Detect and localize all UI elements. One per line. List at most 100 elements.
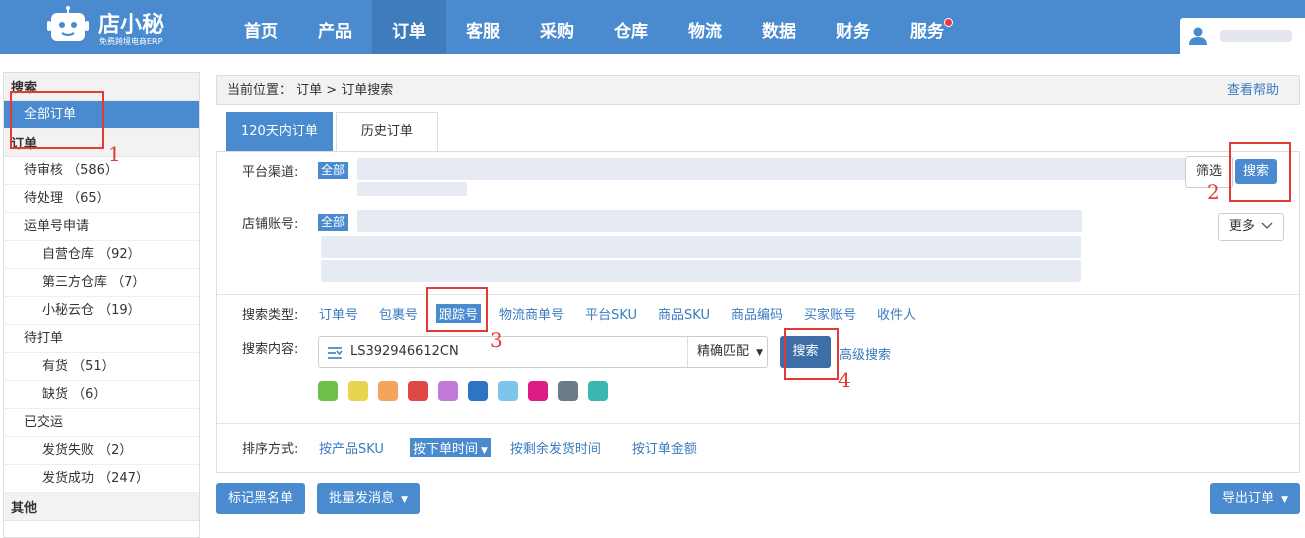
search-type-options: 订单号 包裹号 跟踪号 物流商单号 平台SKU 商品SKU 商品编码 买家账号 … bbox=[319, 304, 937, 323]
notification-dot bbox=[944, 18, 953, 27]
sidebar-item-third-party-warehouse[interactable]: 第三方仓库 （7） bbox=[4, 269, 199, 297]
more-button-label: 更多 bbox=[1228, 219, 1255, 234]
caret-down-icon: ▼ bbox=[480, 446, 488, 456]
caret-down-icon: ▼ bbox=[401, 495, 409, 505]
shop-options-blurred bbox=[357, 210, 1082, 232]
nav-services[interactable]: 服务 bbox=[890, 0, 964, 54]
annotation-box-4 bbox=[784, 328, 839, 380]
blacklist-button[interactable]: 标记黑名单 bbox=[216, 483, 306, 514]
nav-logistics[interactable]: 物流 bbox=[668, 0, 742, 54]
tab-120-days[interactable]: 120天内订单 bbox=[226, 112, 333, 152]
search-type-label: 搜索类型: bbox=[242, 308, 299, 323]
sidebar-item-own-warehouse[interactable]: 自营仓库 （92） bbox=[4, 241, 199, 269]
sort-options: 按产品SKU 按下单时间 ▼ 按剩余发货时间 按订单金额 bbox=[319, 438, 728, 457]
annotation-label-4: 4 bbox=[838, 368, 851, 392]
sidebar-item-ship-success[interactable]: 发货成功 （247） bbox=[4, 465, 199, 493]
annotation-label-3: 3 bbox=[490, 328, 503, 352]
annotation-box-3 bbox=[426, 287, 488, 332]
search-type-recipient[interactable]: 收件人 bbox=[877, 304, 916, 323]
color-flag-swatch[interactable] bbox=[318, 381, 338, 401]
search-type-product-sku[interactable]: 商品SKU bbox=[658, 304, 710, 323]
user-menu[interactable] bbox=[1180, 18, 1305, 54]
nav-data[interactable]: 数据 bbox=[742, 0, 816, 54]
nav-products[interactable]: 产品 bbox=[298, 0, 372, 54]
sort-by-order-time-label: 按下单时间 bbox=[412, 442, 478, 457]
sort-by-remaining-time[interactable]: 按剩余发货时间 bbox=[510, 438, 601, 457]
search-content-label: 搜索内容: bbox=[242, 342, 299, 357]
annotation-box-2 bbox=[1229, 142, 1291, 202]
platform-label: 平台渠道: bbox=[242, 165, 299, 180]
sidebar-item-pending-review[interactable]: 待审核 （586） bbox=[4, 157, 199, 185]
logo-subtitle: 免费跨境电商ERP bbox=[99, 37, 163, 46]
search-type-buyer-account[interactable]: 买家账号 bbox=[804, 304, 856, 323]
tab-history[interactable]: 历史订单 bbox=[335, 112, 438, 152]
main-nav: 首页 产品 订单 客服 采购 仓库 物流 数据 财务 服务 bbox=[224, 0, 964, 54]
color-flag-swatch[interactable] bbox=[588, 381, 608, 401]
breadcrumb-bar: 当前位置： 订单 > 订单搜索 查看帮助 bbox=[216, 75, 1300, 105]
shop-all-tag[interactable]: 全部 bbox=[318, 214, 349, 231]
main-content: 当前位置： 订单 > 订单搜索 查看帮助 120天内订单 历史订单 平台渠道: … bbox=[216, 75, 1301, 514]
help-link[interactable]: 查看帮助 bbox=[1227, 76, 1279, 106]
sidebar-item-shipped[interactable]: 已交运 bbox=[4, 409, 199, 437]
shop-options-blurred-2 bbox=[321, 236, 1081, 258]
platform-all-tag[interactable]: 全部 bbox=[318, 162, 349, 179]
sort-by-order-time[interactable]: 按下单时间 ▼ bbox=[409, 438, 491, 457]
user-icon bbox=[1189, 27, 1207, 45]
search-type-platform-sku[interactable]: 平台SKU bbox=[585, 304, 637, 323]
sidebar-item-cloud-warehouse[interactable]: 小秘云仓 （19） bbox=[4, 297, 199, 325]
color-flag-filters bbox=[318, 381, 618, 401]
search-type-package-no[interactable]: 包裹号 bbox=[379, 304, 418, 323]
logo-title: 店小秘 bbox=[98, 13, 165, 38]
platform-options-blurred bbox=[357, 158, 1192, 180]
bulk-message-button[interactable]: 批量发消息 ▼ bbox=[317, 483, 421, 514]
sidebar-item-waybill-apply[interactable]: 运单号申请 bbox=[4, 213, 199, 241]
sort-label: 排序方式: bbox=[242, 442, 299, 457]
sidebar-item-to-print[interactable]: 待打单 bbox=[4, 325, 199, 353]
nav-home[interactable]: 首页 bbox=[224, 0, 298, 54]
shop-label: 店铺账号: bbox=[242, 217, 299, 232]
color-flag-swatch[interactable] bbox=[378, 381, 398, 401]
order-tabs: 120天内订单 历史订单 bbox=[226, 112, 441, 152]
divider bbox=[217, 423, 1299, 424]
more-button[interactable]: 更多 bbox=[1218, 213, 1284, 241]
annotation-box-1 bbox=[10, 91, 104, 149]
bulk-message-label: 批量发消息 bbox=[329, 491, 395, 506]
sort-by-sku[interactable]: 按产品SKU bbox=[319, 438, 384, 457]
chevron-down-icon bbox=[1261, 222, 1273, 229]
color-flag-swatch[interactable] bbox=[498, 381, 518, 401]
shop-options-blurred-3 bbox=[321, 260, 1081, 282]
color-flag-swatch[interactable] bbox=[438, 381, 458, 401]
nav-warehouse[interactable]: 仓库 bbox=[594, 0, 668, 54]
sidebar-item-pending-process[interactable]: 待处理 （65） bbox=[4, 185, 199, 213]
top-bar: 店小秘 免费跨境电商ERP 首页 产品 订单 客服 采购 仓库 物流 数据 财务… bbox=[0, 0, 1305, 54]
nav-finance[interactable]: 财务 bbox=[816, 0, 890, 54]
sidebar-item-in-stock[interactable]: 有货 （51） bbox=[4, 353, 199, 381]
advanced-search-link[interactable]: 高级搜索 bbox=[839, 344, 891, 363]
export-orders-label: 导出订单 bbox=[1222, 491, 1275, 506]
color-flag-swatch[interactable] bbox=[558, 381, 578, 401]
export-orders-button[interactable]: 导出订单 ▼ bbox=[1210, 483, 1301, 514]
search-type-order-no[interactable]: 订单号 bbox=[319, 304, 358, 323]
sort-by-amount[interactable]: 按订单金额 bbox=[632, 438, 697, 457]
caret-down-icon: ▼ bbox=[756, 348, 764, 358]
nav-orders[interactable]: 订单 bbox=[372, 0, 446, 54]
sidebar-item-out-of-stock[interactable]: 缺货 （6） bbox=[4, 381, 199, 409]
annotation-label-1: 1 bbox=[108, 142, 121, 166]
search-type-product-code[interactable]: 商品编码 bbox=[731, 304, 783, 323]
color-flag-swatch[interactable] bbox=[528, 381, 548, 401]
list-icon bbox=[328, 347, 343, 359]
match-mode-label: 精确匹配 bbox=[697, 344, 750, 359]
color-flag-swatch[interactable] bbox=[468, 381, 488, 401]
nav-customer-service[interactable]: 客服 bbox=[446, 0, 520, 54]
divider bbox=[217, 294, 1299, 295]
app-logo[interactable]: 店小秘 免费跨境电商ERP bbox=[46, 4, 206, 50]
match-mode-select[interactable]: 精确匹配 ▼ bbox=[687, 337, 767, 367]
username-blurred bbox=[1220, 30, 1292, 42]
color-flag-swatch[interactable] bbox=[408, 381, 428, 401]
nav-purchase[interactable]: 采购 bbox=[520, 0, 594, 54]
search-input[interactable]: LS392946612CN 精确匹配 ▼ bbox=[318, 336, 768, 368]
sidebar-item-ship-failed[interactable]: 发货失败 （2） bbox=[4, 437, 199, 465]
breadcrumb: 当前位置： 订单 > 订单搜索 bbox=[227, 83, 394, 98]
search-type-carrier-no[interactable]: 物流商单号 bbox=[499, 304, 564, 323]
color-flag-swatch[interactable] bbox=[348, 381, 368, 401]
